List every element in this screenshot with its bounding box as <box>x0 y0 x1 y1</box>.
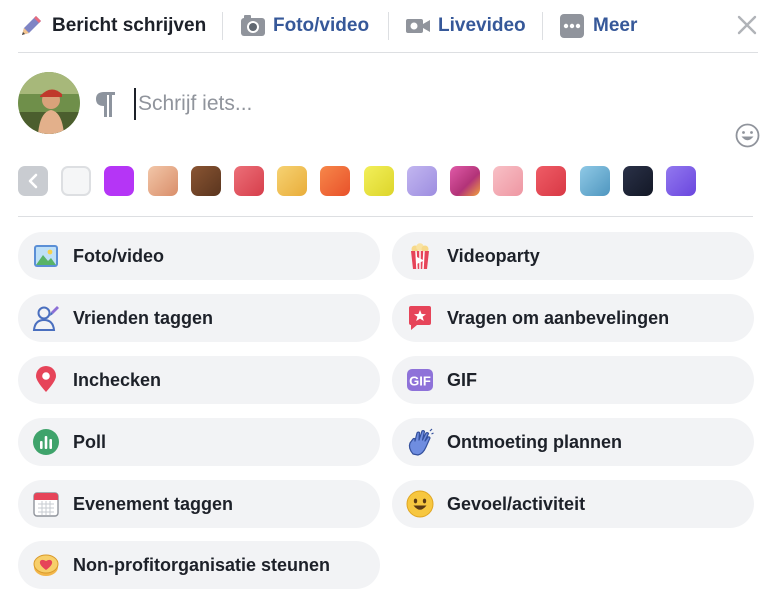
option-plan-meetup[interactable]: Ontmoeting plannen <box>392 418 754 466</box>
tab-label: Meer <box>593 15 638 36</box>
option-label: Vragen om aanbevelingen <box>447 308 670 328</box>
donate-heart-icon <box>33 554 59 576</box>
swatch-red-pattern[interactable] <box>234 166 264 196</box>
avatar-photo-icon <box>18 72 80 134</box>
swatch-plain[interactable] <box>61 166 91 196</box>
option-label: Non-profitorganisatie steunen <box>73 555 331 575</box>
recommendation-icon <box>409 306 431 330</box>
option-support-nonprofit[interactable]: Non-profitorganisatie steunen <box>18 541 380 589</box>
close-icon[interactable] <box>736 14 758 36</box>
svg-text:GIF: GIF <box>409 374 431 389</box>
swatch-pink[interactable] <box>493 166 523 196</box>
swatch-blue[interactable] <box>580 166 610 196</box>
poll-icon <box>33 429 59 455</box>
option-video-party[interactable]: Videoparty <box>392 232 754 280</box>
option-label: Poll <box>73 432 107 452</box>
swatch-red[interactable] <box>536 166 566 196</box>
option-feeling-activity[interactable]: Gevoel/activiteit <box>392 480 754 528</box>
swatch-orange[interactable] <box>320 166 350 196</box>
tab-more[interactable]: Meer <box>559 0 637 52</box>
tag-friends-icon <box>32 306 59 331</box>
tab-photo-video[interactable]: Foto/video <box>240 0 369 52</box>
option-ask-recommendations[interactable]: Vragen om aanbevelingen <box>392 294 754 342</box>
option-label: GIF <box>447 370 477 390</box>
photo-icon <box>34 245 58 267</box>
tab-live-video[interactable]: Livevideo <box>405 0 526 52</box>
option-photo-video[interactable]: Foto/video <box>18 232 380 280</box>
swatch-peach[interactable] <box>148 166 178 196</box>
swatch-magenta[interactable] <box>450 166 480 196</box>
option-check-in[interactable]: Inchecken <box>18 356 380 404</box>
post-text-input[interactable] <box>134 88 698 120</box>
pencil-icon <box>22 16 41 35</box>
gif-icon: GIF <box>407 369 433 391</box>
option-gif[interactable]: GIF GIF <box>392 356 754 404</box>
tab-separator <box>542 12 543 40</box>
swatch-violet[interactable] <box>666 166 696 196</box>
option-label: Evenement taggen <box>73 494 234 514</box>
option-label: Gevoel/activiteit <box>447 494 586 514</box>
camera-icon <box>241 15 265 36</box>
tab-separator <box>388 12 389 40</box>
option-poll[interactable]: Poll <box>18 418 380 466</box>
video-camera-icon <box>406 19 430 33</box>
tab-label: Livevideo <box>438 15 526 36</box>
option-label: Inchecken <box>73 370 162 390</box>
chevron-left-icon <box>28 173 38 189</box>
swatch-yellow-orange[interactable] <box>277 166 307 196</box>
option-label: Vrienden taggen <box>73 308 214 328</box>
smiley-icon <box>406 490 434 518</box>
more-dots-icon <box>560 14 584 38</box>
tab-label: Foto/video <box>273 15 370 36</box>
option-tag-friends[interactable]: Vrienden taggen <box>18 294 380 342</box>
swatch-brown[interactable] <box>191 166 221 196</box>
pilcrow-icon[interactable] <box>93 89 119 119</box>
swatch-back-button[interactable] <box>18 166 48 196</box>
option-tag-event[interactable]: Evenement taggen <box>18 480 380 528</box>
tab-separator <box>222 12 223 40</box>
wave-hand-icon <box>408 428 434 456</box>
avatar[interactable] <box>18 72 80 134</box>
emoji-icon[interactable] <box>735 123 760 148</box>
swatch-lavender[interactable] <box>407 166 437 196</box>
location-pin-icon <box>36 366 56 392</box>
divider <box>18 216 753 217</box>
popcorn-icon <box>411 243 429 270</box>
tab-write-post[interactable]: Bericht schrijven <box>18 0 206 52</box>
option-label: Ontmoeting plannen <box>447 432 622 452</box>
calendar-icon <box>33 492 59 517</box>
composer-tabs: Bericht schrijven Foto/video Livevideo M… <box>18 0 758 53</box>
option-label: Foto/video <box>73 246 164 266</box>
swatch-purple[interactable] <box>104 166 134 196</box>
swatch-yellow[interactable] <box>364 166 394 196</box>
tab-label: Bericht schrijven <box>52 15 207 36</box>
swatch-dark-navy[interactable] <box>623 166 653 196</box>
option-label: Videoparty <box>447 246 540 266</box>
